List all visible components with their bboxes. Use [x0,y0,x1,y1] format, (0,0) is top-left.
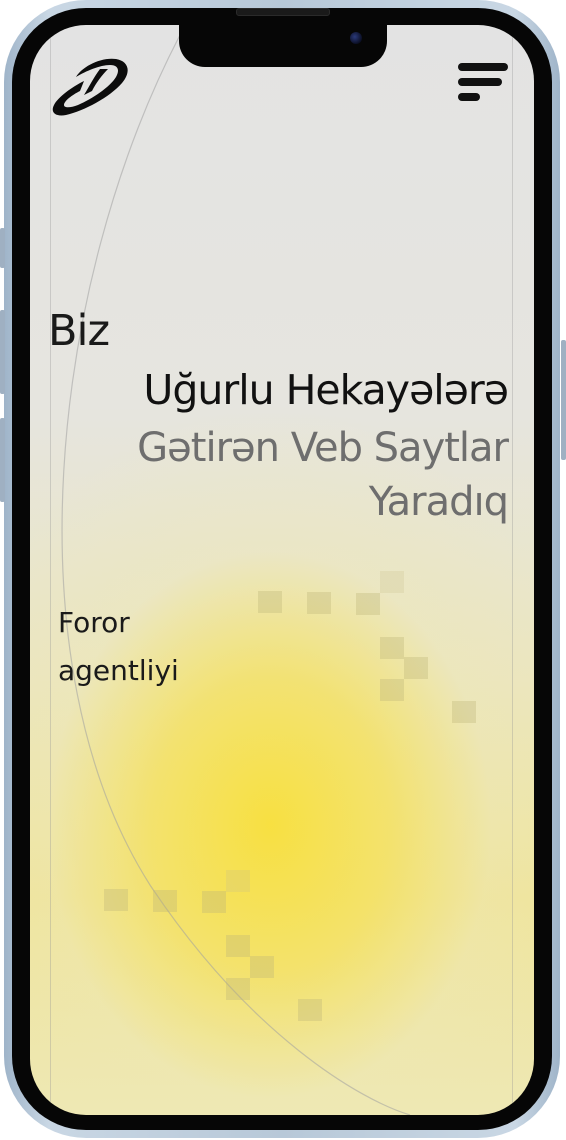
pixel-decoration [226,978,250,1000]
pixel-decoration [202,891,226,913]
pixel-decoration [250,956,274,978]
pixel-decoration [307,592,331,614]
agency-line-1: Foror [58,606,130,639]
phone-power-button [561,340,566,460]
pixel-decoration [104,889,128,911]
menu-bar-top [458,63,508,71]
pixel-decoration [356,593,380,615]
page-canvas: Biz Uğurlu Hekayələrə Gətirən Veb Saytla… [0,0,566,1140]
menu-bar-middle [458,78,502,86]
phone-speaker [236,8,330,16]
pixel-decoration [226,870,250,892]
pixel-decoration [380,637,404,659]
hero-headline: Biz Uğurlu Hekayələrə Gətirən Veb Saytla… [48,303,509,529]
pixel-decoration [452,701,476,723]
agency-line-2: agentliyi [58,654,179,687]
hero-line-3: Gətirən Veb Saytlar [137,425,509,471]
phone-volume-down-button [0,418,5,502]
decorative-arc [61,34,411,1115]
agency-name: Foror agentliyi [58,599,179,695]
phone-action-button [0,228,5,268]
pixel-decoration [380,571,404,593]
phone-volume-up-button [0,310,5,394]
phone-notch [179,25,387,67]
front-camera-icon [350,32,362,44]
pixel-decoration [298,999,322,1021]
pixel-decoration [226,935,250,957]
pixel-decoration [258,591,282,613]
hero-line-4: Yaradıq [368,479,509,525]
pixel-decoration [404,657,428,679]
hero-line-2: Uğurlu Hekayələrə [143,366,509,414]
menu-bar-bottom [458,93,480,101]
hero-line-1: Biz [48,306,110,356]
pixel-decoration [153,890,177,912]
hamburger-menu-icon[interactable] [456,61,510,103]
pixel-decoration [380,679,404,701]
brand-logo[interactable] [50,55,130,119]
phone-screen: Biz Uğurlu Hekayələrə Gətirən Veb Saytla… [30,25,534,1115]
